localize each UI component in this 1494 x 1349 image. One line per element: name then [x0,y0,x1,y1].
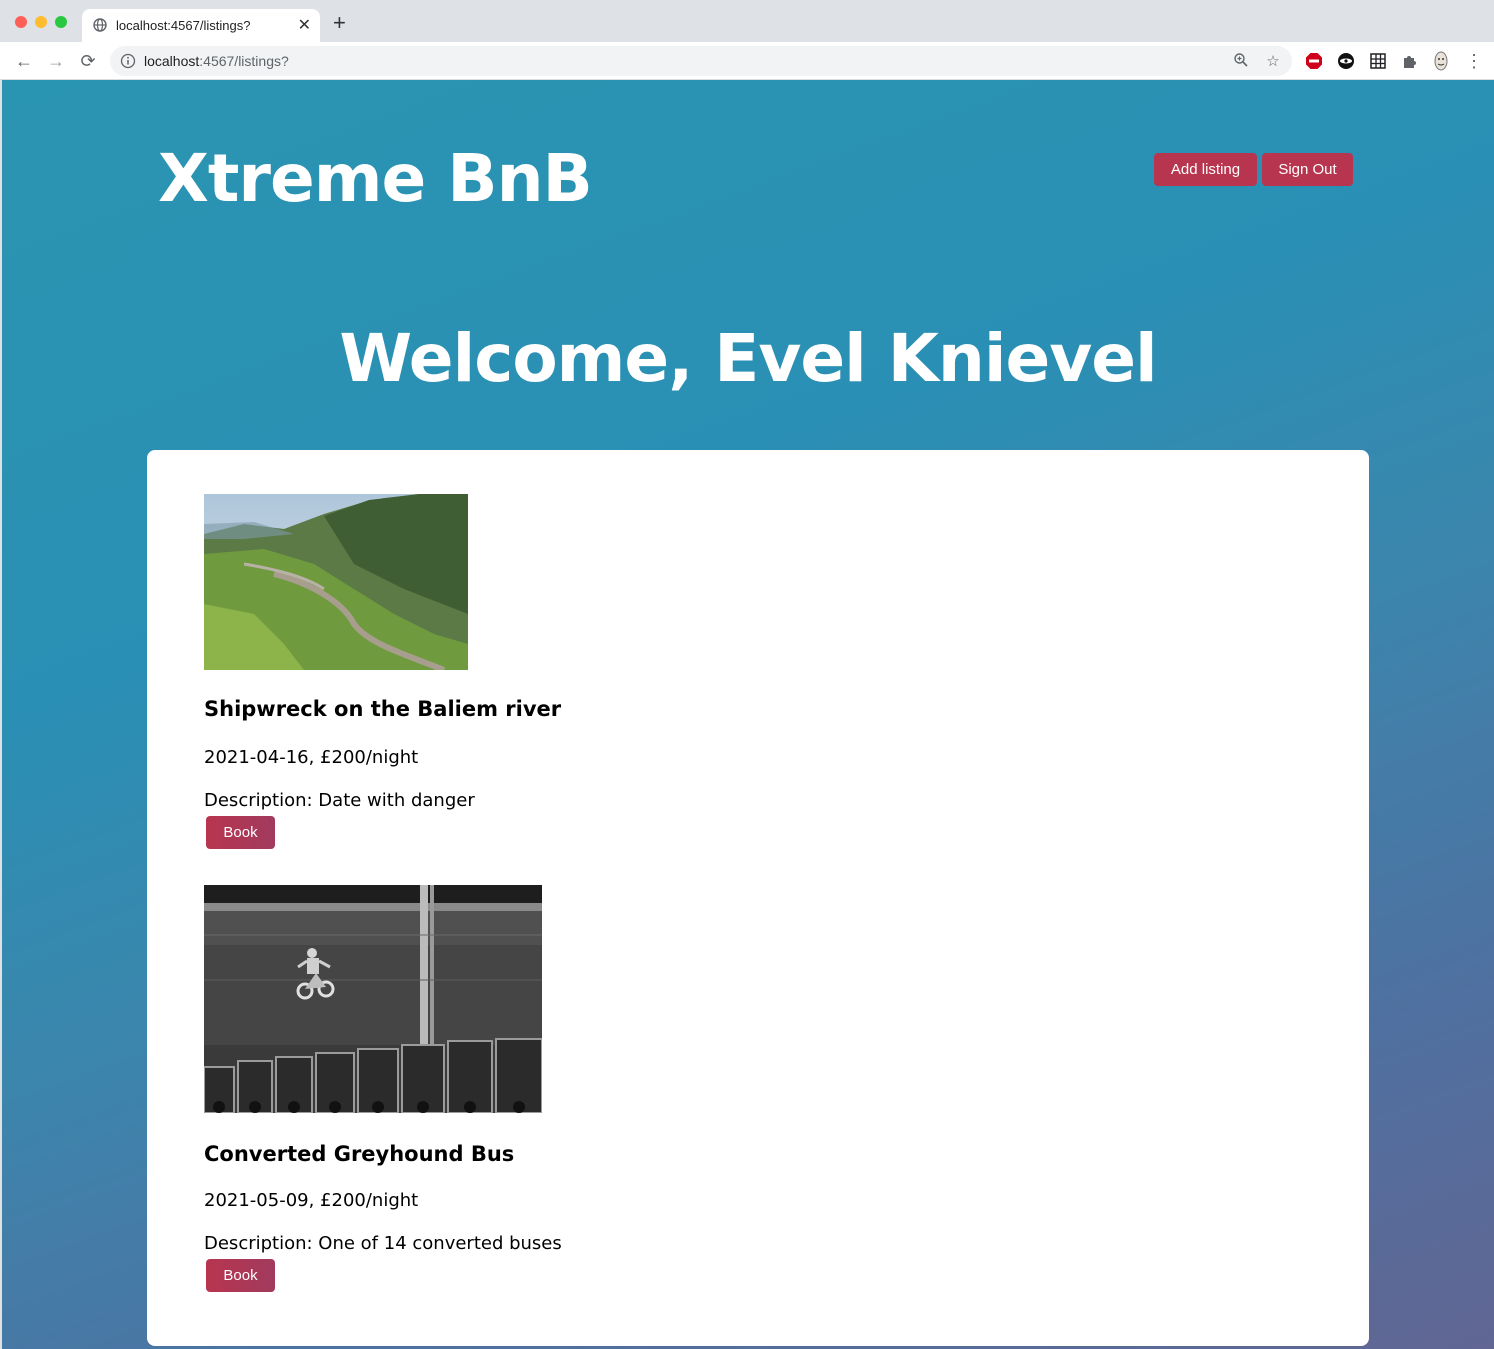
tab-close-icon[interactable]: ✕ [298,15,311,35]
sign-out-button[interactable]: Sign Out [1262,153,1353,186]
maximize-window-button[interactable] [55,16,67,28]
address-bar[interactable]: localhost:4567/listings? ☆ [110,46,1292,76]
listing-description: Description: Date with danger [204,790,475,811]
zoom-icon[interactable] [1232,52,1250,70]
bookmark-star-icon[interactable]: ☆ [1264,52,1282,70]
listing-title: Converted Greyhound Bus [204,1142,515,1166]
listing-item: Converted Greyhound Bus 2021-05-09, £200… [203,885,562,1254]
close-window-button[interactable] [15,16,27,28]
browser-toolbar: ← → ⟳ localhost:4567/listings? ☆ ⋮ [0,42,1494,80]
motorcycle-jump-photo [203,885,543,1114]
site-logo[interactable]: Xtreme BnB [158,140,593,217]
listings-card: Shipwreck on the Baliem river 2021-04-16… [147,450,1369,1346]
listing-date-price: 2021-04-16, £200/night [204,747,419,768]
url-text: localhost:4567/listings? [144,53,289,69]
grid-extension-icon[interactable] [1368,51,1388,71]
book-button[interactable]: Book [206,1259,275,1292]
new-tab-button[interactable]: + [333,12,346,34]
globe-icon [93,18,107,32]
river-valley-photo [204,494,468,673]
tab-bar: localhost:4567/listings? ✕ + [0,0,1494,42]
welcome-heading: Welcome, Evel Knievel [339,320,1157,397]
reload-icon[interactable]: ⟳ [78,51,98,71]
profile-avatar[interactable] [1431,51,1451,71]
menu-dots-icon[interactable]: ⋮ [1464,51,1484,71]
minimize-window-button[interactable] [35,16,47,28]
info-icon[interactable] [120,53,136,69]
listing-date-price: 2021-05-09, £200/night [204,1190,419,1211]
listing-item: Shipwreck on the Baliem river 2021-04-16… [204,494,561,811]
extensions-puzzle-icon[interactable] [1400,51,1420,71]
adblock-icon[interactable] [1304,51,1324,71]
forward-icon[interactable]: → [46,51,66,71]
extension-face-icon[interactable] [1336,51,1356,71]
tab-title: localhost:4567/listings? [116,18,251,33]
add-listing-button[interactable]: Add listing [1154,153,1257,186]
listing-description: Description: One of 14 converted buses [204,1233,562,1254]
back-icon[interactable]: ← [14,51,34,71]
browser-tab[interactable]: localhost:4567/listings? ✕ [82,9,320,42]
page-background: Xtreme BnB Add listing Sign Out Welcome,… [2,80,1494,1349]
listing-title: Shipwreck on the Baliem river [204,697,562,721]
book-button[interactable]: Book [206,816,275,849]
